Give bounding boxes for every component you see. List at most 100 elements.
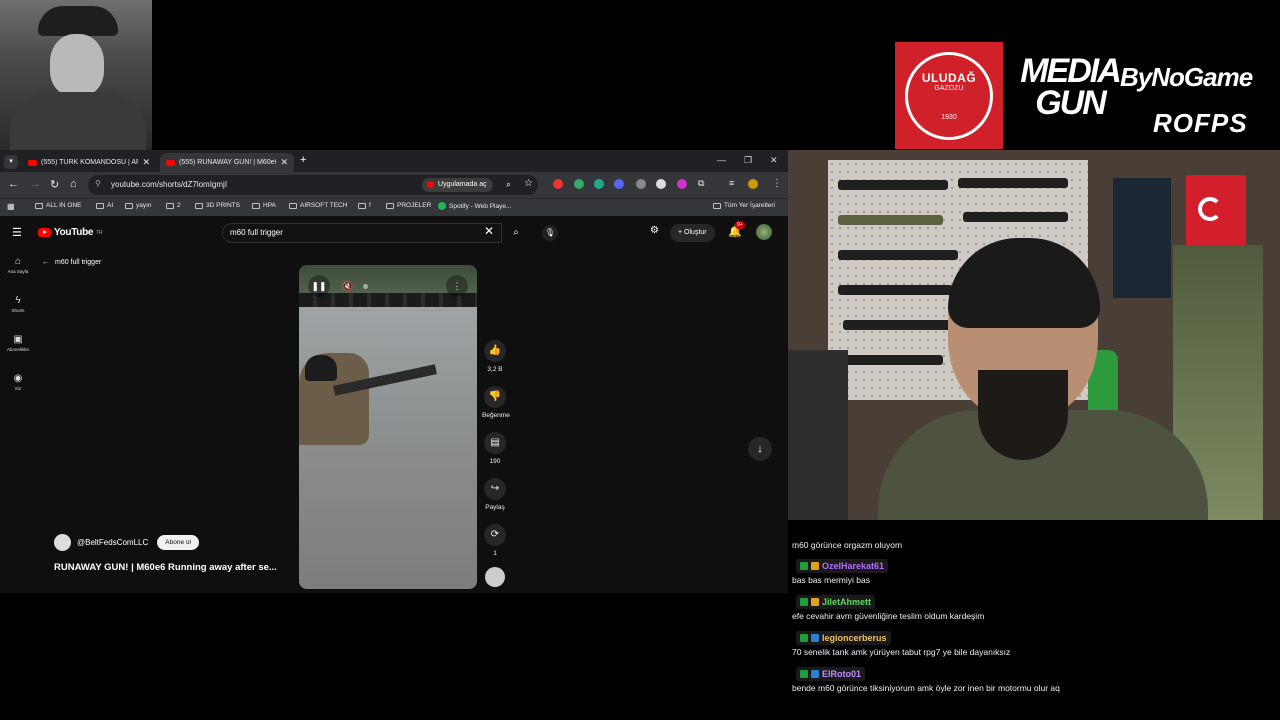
- like-button[interactable]: 👍 3,2 B: [482, 340, 508, 373]
- black-flag: [1113, 178, 1171, 298]
- user-icon: ◉: [13, 373, 23, 384]
- bookmark-folder[interactable]: yayın: [125, 202, 152, 209]
- extension-icon[interactable]: [574, 179, 584, 189]
- bookmark-folder[interactable]: f: [358, 202, 371, 209]
- open-in-app-button[interactable]: Uygulamada aç: [422, 178, 493, 192]
- portrait-cap: [38, 6, 118, 36]
- extension-icon[interactable]: [656, 179, 666, 189]
- back-icon[interactable]: ←: [8, 178, 19, 190]
- bynogame-logo: ByNoGame: [1120, 62, 1253, 92]
- moderator-badge-icon: [800, 670, 808, 678]
- folder-icon: [96, 202, 104, 209]
- moderator-badge-icon: [800, 598, 808, 606]
- chat-username: JiletAhmett: [796, 595, 876, 609]
- apps-grid-icon[interactable]: ▦: [7, 202, 15, 211]
- discord-icon[interactable]: [614, 179, 624, 189]
- share-button[interactable]: ↪ Paylaş: [482, 478, 508, 511]
- tab-search-dropdown[interactable]: ▾: [4, 155, 18, 169]
- mute-icon[interactable]: 🔇: [337, 275, 359, 297]
- close-window-icon[interactable]: ✕: [770, 155, 778, 166]
- media-control-icon[interactable]: ≡: [729, 178, 734, 188]
- subscribe-button[interactable]: Abone ol: [157, 535, 199, 550]
- bookmark-folder[interactable]: 3D PRINTS: [195, 202, 240, 209]
- gear-icon[interactable]: ⚙: [650, 225, 659, 236]
- account-avatar[interactable]: [756, 224, 772, 240]
- bookmark-spotify[interactable]: Spotify - Web Playe...: [438, 202, 511, 210]
- rofps-logo: ROFPS: [1153, 108, 1248, 138]
- sidebar-item-you[interactable]: ◉ Siz: [4, 373, 32, 391]
- tab-runaway-gun[interactable]: (555) RUNAWAY GUN! | M60e6 ✕: [160, 153, 294, 172]
- folder-icon: [289, 202, 297, 209]
- hamburger-menu-icon[interactable]: ☰: [12, 226, 22, 239]
- next-short-button[interactable]: ↓: [748, 437, 772, 461]
- shorts-icon: ϟ: [15, 295, 21, 306]
- bookmark-star-icon[interactable]: ☆: [524, 178, 533, 189]
- search-input[interactable]: m60 full trigger: [222, 223, 502, 243]
- browser-toolbar: ← → ↻ ⌂ ⚲ youtube.com/shorts/dZ7lomIgmjI…: [0, 172, 788, 198]
- sidebar-item-shorts[interactable]: ϟ Shorts: [4, 295, 32, 313]
- remix-button[interactable]: ⟳ 1: [482, 524, 508, 557]
- thumbs-down-icon: 👎: [484, 386, 506, 408]
- all-bookmarks[interactable]: Tüm Yer İşaretleri: [713, 202, 775, 209]
- notification-badge: 9+: [735, 221, 745, 229]
- new-tab-button[interactable]: +: [300, 154, 306, 166]
- bookmark-folder[interactable]: AI: [96, 202, 113, 209]
- webcam-feed: [788, 150, 1280, 520]
- volume-slider[interactable]: [363, 284, 368, 289]
- comments-button[interactable]: ▤ 190: [482, 432, 508, 465]
- extension-icon[interactable]: [553, 179, 563, 189]
- folder-icon: [386, 202, 394, 209]
- wall-rifle: [843, 355, 943, 365]
- sound-thumbnail[interactable]: [485, 567, 505, 587]
- sidebar-item-subscriptions[interactable]: ▣ Abonelikler: [4, 334, 32, 352]
- bookmark-folder[interactable]: AIRSOFT TECH: [289, 202, 347, 209]
- bookmark-folder[interactable]: 2: [166, 202, 181, 209]
- microphone-icon[interactable]: 🎙: [542, 225, 558, 241]
- clear-search-icon[interactable]: ✕: [484, 224, 494, 238]
- profile-icon[interactable]: [748, 179, 758, 189]
- address-bar[interactable]: ⚲ youtube.com/shorts/dZ7lomIgmjI Uygulam…: [88, 175, 538, 195]
- create-button[interactable]: + Oluştur: [670, 224, 715, 242]
- short-video-player[interactable]: ❚❚ 🔇 ⋮: [299, 265, 477, 589]
- tab-label: (555) RUNAWAY GUN! | M60e6: [179, 159, 277, 166]
- shield-icon[interactable]: [636, 179, 646, 189]
- minimize-icon[interactable]: —: [717, 155, 726, 165]
- maximize-icon[interactable]: ❐: [744, 155, 752, 166]
- back-to-search[interactable]: ← m60 full trigger: [42, 259, 101, 266]
- subscriber-badge-icon: [811, 670, 819, 678]
- wall-rifle: [843, 320, 953, 330]
- channel-avatar[interactable]: [54, 534, 71, 551]
- tab-close-icon[interactable]: ✕: [280, 157, 288, 168]
- bookmark-folder[interactable]: PROJELER: [386, 202, 431, 209]
- search-icon[interactable]: ⌕: [505, 223, 527, 243]
- tab-turk-komandosu[interactable]: (555) TÜRK KOMANDOSU | AF ✕: [22, 153, 156, 172]
- video-title[interactable]: RUNAWAY GUN! | M60e6 Running away after …: [54, 562, 277, 573]
- tab-strip: ▾ (555) TÜRK KOMANDOSU | AF ✕ (555) RUNA…: [0, 150, 788, 172]
- forward-icon[interactable]: →: [30, 178, 41, 190]
- site-info-icon[interactable]: ⚲: [95, 179, 101, 188]
- chair: [788, 350, 848, 520]
- bookmark-folder[interactable]: ALL IN ONE: [35, 202, 82, 209]
- menu-icon[interactable]: ⋮: [772, 178, 782, 189]
- sidebar-item-home[interactable]: ⌂ Ana Sayfa: [4, 256, 32, 274]
- tab-close-icon[interactable]: ✕: [142, 157, 150, 168]
- chat-overlay: m60 görünce orgazm oluyom OzelHarekat61 …: [788, 520, 1280, 720]
- reload-icon[interactable]: ↻: [50, 178, 59, 191]
- youtube-page: ☰ YouTube TR m60 full trigger ✕ ⌕ 🎙 ⚙ + O…: [0, 216, 788, 593]
- wall-rifle: [838, 215, 943, 225]
- spotify-icon: [438, 202, 446, 210]
- bookmark-folder[interactable]: HPA: [252, 202, 276, 209]
- channel-name[interactable]: @BeltFedsComLLC: [77, 538, 148, 547]
- folder-icon: [125, 202, 133, 209]
- youtube-logo[interactable]: YouTube TR: [38, 227, 103, 238]
- dislike-button[interactable]: 👎 Beğenme: [482, 386, 510, 419]
- extension-icon[interactable]: [677, 179, 687, 189]
- extension-icon[interactable]: [594, 179, 604, 189]
- home-icon[interactable]: ⌂: [70, 178, 77, 190]
- more-options-icon[interactable]: ⋮: [446, 275, 468, 297]
- zoom-icon[interactable]: ⌕: [506, 179, 511, 190]
- moderator-badge-icon: [800, 634, 808, 642]
- portrait-uniform: [10, 92, 146, 150]
- puzzle-icon[interactable]: ⧉: [698, 178, 704, 189]
- pause-icon[interactable]: ❚❚: [308, 275, 330, 297]
